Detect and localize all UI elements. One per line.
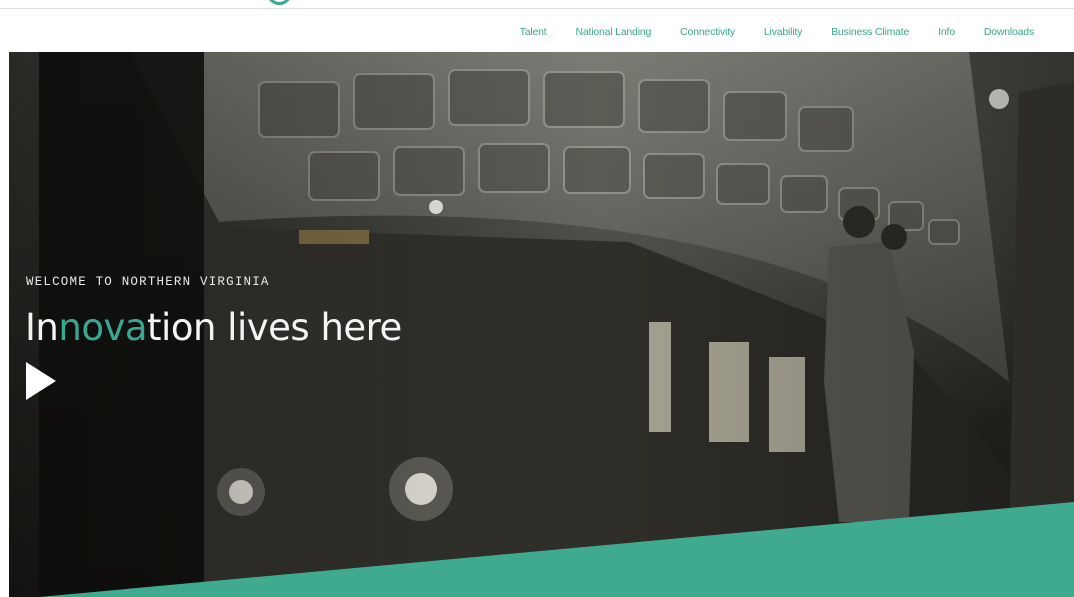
nav-item-info[interactable]: Info bbox=[938, 26, 955, 38]
main-nav: Talent National Landing Connectivity Liv… bbox=[491, 26, 1035, 38]
nav-item-national-landing[interactable]: National Landing bbox=[576, 26, 652, 38]
nav-item-livability[interactable]: Livability bbox=[764, 26, 802, 38]
nav-item-connectivity[interactable]: Connectivity bbox=[680, 26, 735, 38]
nav-item-talent[interactable]: Talent bbox=[520, 26, 547, 38]
header-divider bbox=[0, 8, 1074, 9]
site-header: Talent National Landing Connectivity Liv… bbox=[0, 0, 1074, 52]
logo[interactable] bbox=[262, 0, 302, 12]
teal-angled-band bbox=[39, 502, 1074, 597]
hero-video: WELCOME TO NORTHERN VIRGINIA Innovation … bbox=[9, 52, 1074, 597]
nav-item-business-climate[interactable]: Business Climate bbox=[831, 26, 909, 38]
nav-item-downloads[interactable]: Downloads bbox=[984, 26, 1034, 38]
